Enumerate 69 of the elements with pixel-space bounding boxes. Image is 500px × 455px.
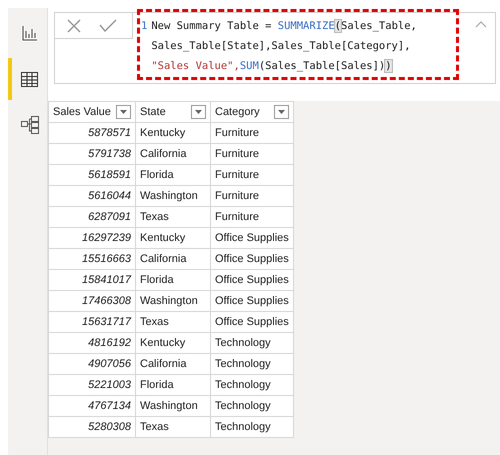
- table-cell: Technology: [210, 396, 294, 416]
- column-title: Sales Value: [53, 104, 111, 120]
- code-line: Sales_Table[State],Sales_Table[Category],: [151, 39, 412, 54]
- table-cell: Office Supplies: [210, 312, 294, 332]
- table-cell: 15631717: [48, 312, 136, 332]
- table-cell: California: [136, 354, 210, 374]
- check-icon: [99, 19, 117, 32]
- column-header[interactable]: Category: [210, 102, 294, 122]
- table-cell: 4767134: [48, 396, 136, 416]
- table-cell: Office Supplies: [210, 248, 294, 270]
- table-cell: 5280308: [48, 416, 136, 438]
- table-cell: 15841017: [48, 270, 136, 290]
- table-cell: California: [136, 144, 210, 164]
- table-cell: 16297239: [48, 228, 136, 248]
- close-button[interactable]: [67, 18, 83, 34]
- table-cell: Washington: [136, 186, 210, 206]
- table-cell: Office Supplies: [210, 290, 294, 312]
- table-cell: 4907056: [48, 354, 136, 374]
- table-cell: 6287091: [48, 206, 136, 228]
- table-cell: 5221003: [48, 374, 136, 396]
- table-cell: Furniture: [210, 144, 294, 164]
- caret-icon: [195, 110, 202, 114]
- table-cell: Technology: [210, 374, 294, 396]
- table-cell: Florida: [136, 374, 210, 396]
- table-cell: Furniture: [210, 122, 294, 144]
- table-cell: Technology: [210, 332, 294, 354]
- formula-editor[interactable]: 1 New Summary Table = SUMMARIZE(Sales_Table, Sales_Table[State],Sales_Table[Category], "Sales Value",SUM(Sales_Table[Sales])): [137, 9, 459, 80]
- table-cell: Florida: [136, 164, 210, 186]
- filter-button[interactable]: [274, 105, 289, 119]
- table-cell: Technology: [210, 416, 294, 438]
- filter-button[interactable]: [116, 105, 131, 119]
- close-icon: [67, 18, 81, 32]
- table-cell: Florida: [136, 270, 210, 290]
- table-cell: Kentucky: [136, 332, 210, 354]
- code-line: "Sales Value",SUM(Sales_Table[Sales])): [151, 59, 393, 74]
- table-cell: California: [136, 248, 210, 270]
- table-cell: Texas: [136, 416, 210, 438]
- line-number: 1: [141, 19, 148, 34]
- column-title: State: [140, 104, 166, 120]
- table-cell: Office Supplies: [210, 270, 294, 290]
- column-header[interactable]: Sales Value: [48, 102, 136, 122]
- filter-button[interactable]: [191, 105, 206, 119]
- table-cell: Technology: [210, 354, 294, 374]
- table-cell: 5791738: [48, 144, 136, 164]
- table-cell: Washington: [136, 290, 210, 312]
- confirm-button[interactable]: [99, 18, 119, 34]
- table-cell: Kentucky: [136, 122, 210, 144]
- table-cell: 5616044: [48, 186, 136, 206]
- model-icon: [20, 116, 38, 134]
- table-cell: Washington: [136, 396, 210, 416]
- table-cell: 15516663: [48, 248, 136, 270]
- table-icon: [21, 72, 38, 86]
- table-cell: Texas: [136, 206, 210, 228]
- table-cell: 17466308: [48, 290, 136, 312]
- bar-chart-icon: [22, 25, 38, 41]
- caret-icon: [120, 110, 127, 114]
- table-cell: Office Supplies: [210, 228, 294, 248]
- caret-icon: [278, 110, 285, 114]
- table-cell: Furniture: [210, 206, 294, 228]
- column-title: Category: [215, 104, 260, 120]
- column-header[interactable]: State: [136, 102, 210, 122]
- table-cell: Furniture: [210, 186, 294, 206]
- table-cell: 5878571: [48, 122, 136, 144]
- code-line: New Summary Table = SUMMARIZE(Sales_Table,: [151, 19, 417, 34]
- table-cell: 4816192: [48, 332, 136, 354]
- table-cell: Texas: [136, 312, 210, 332]
- table-cell: 5618591: [48, 164, 136, 186]
- table-cell: Furniture: [210, 164, 294, 186]
- table-cell: Kentucky: [136, 228, 210, 248]
